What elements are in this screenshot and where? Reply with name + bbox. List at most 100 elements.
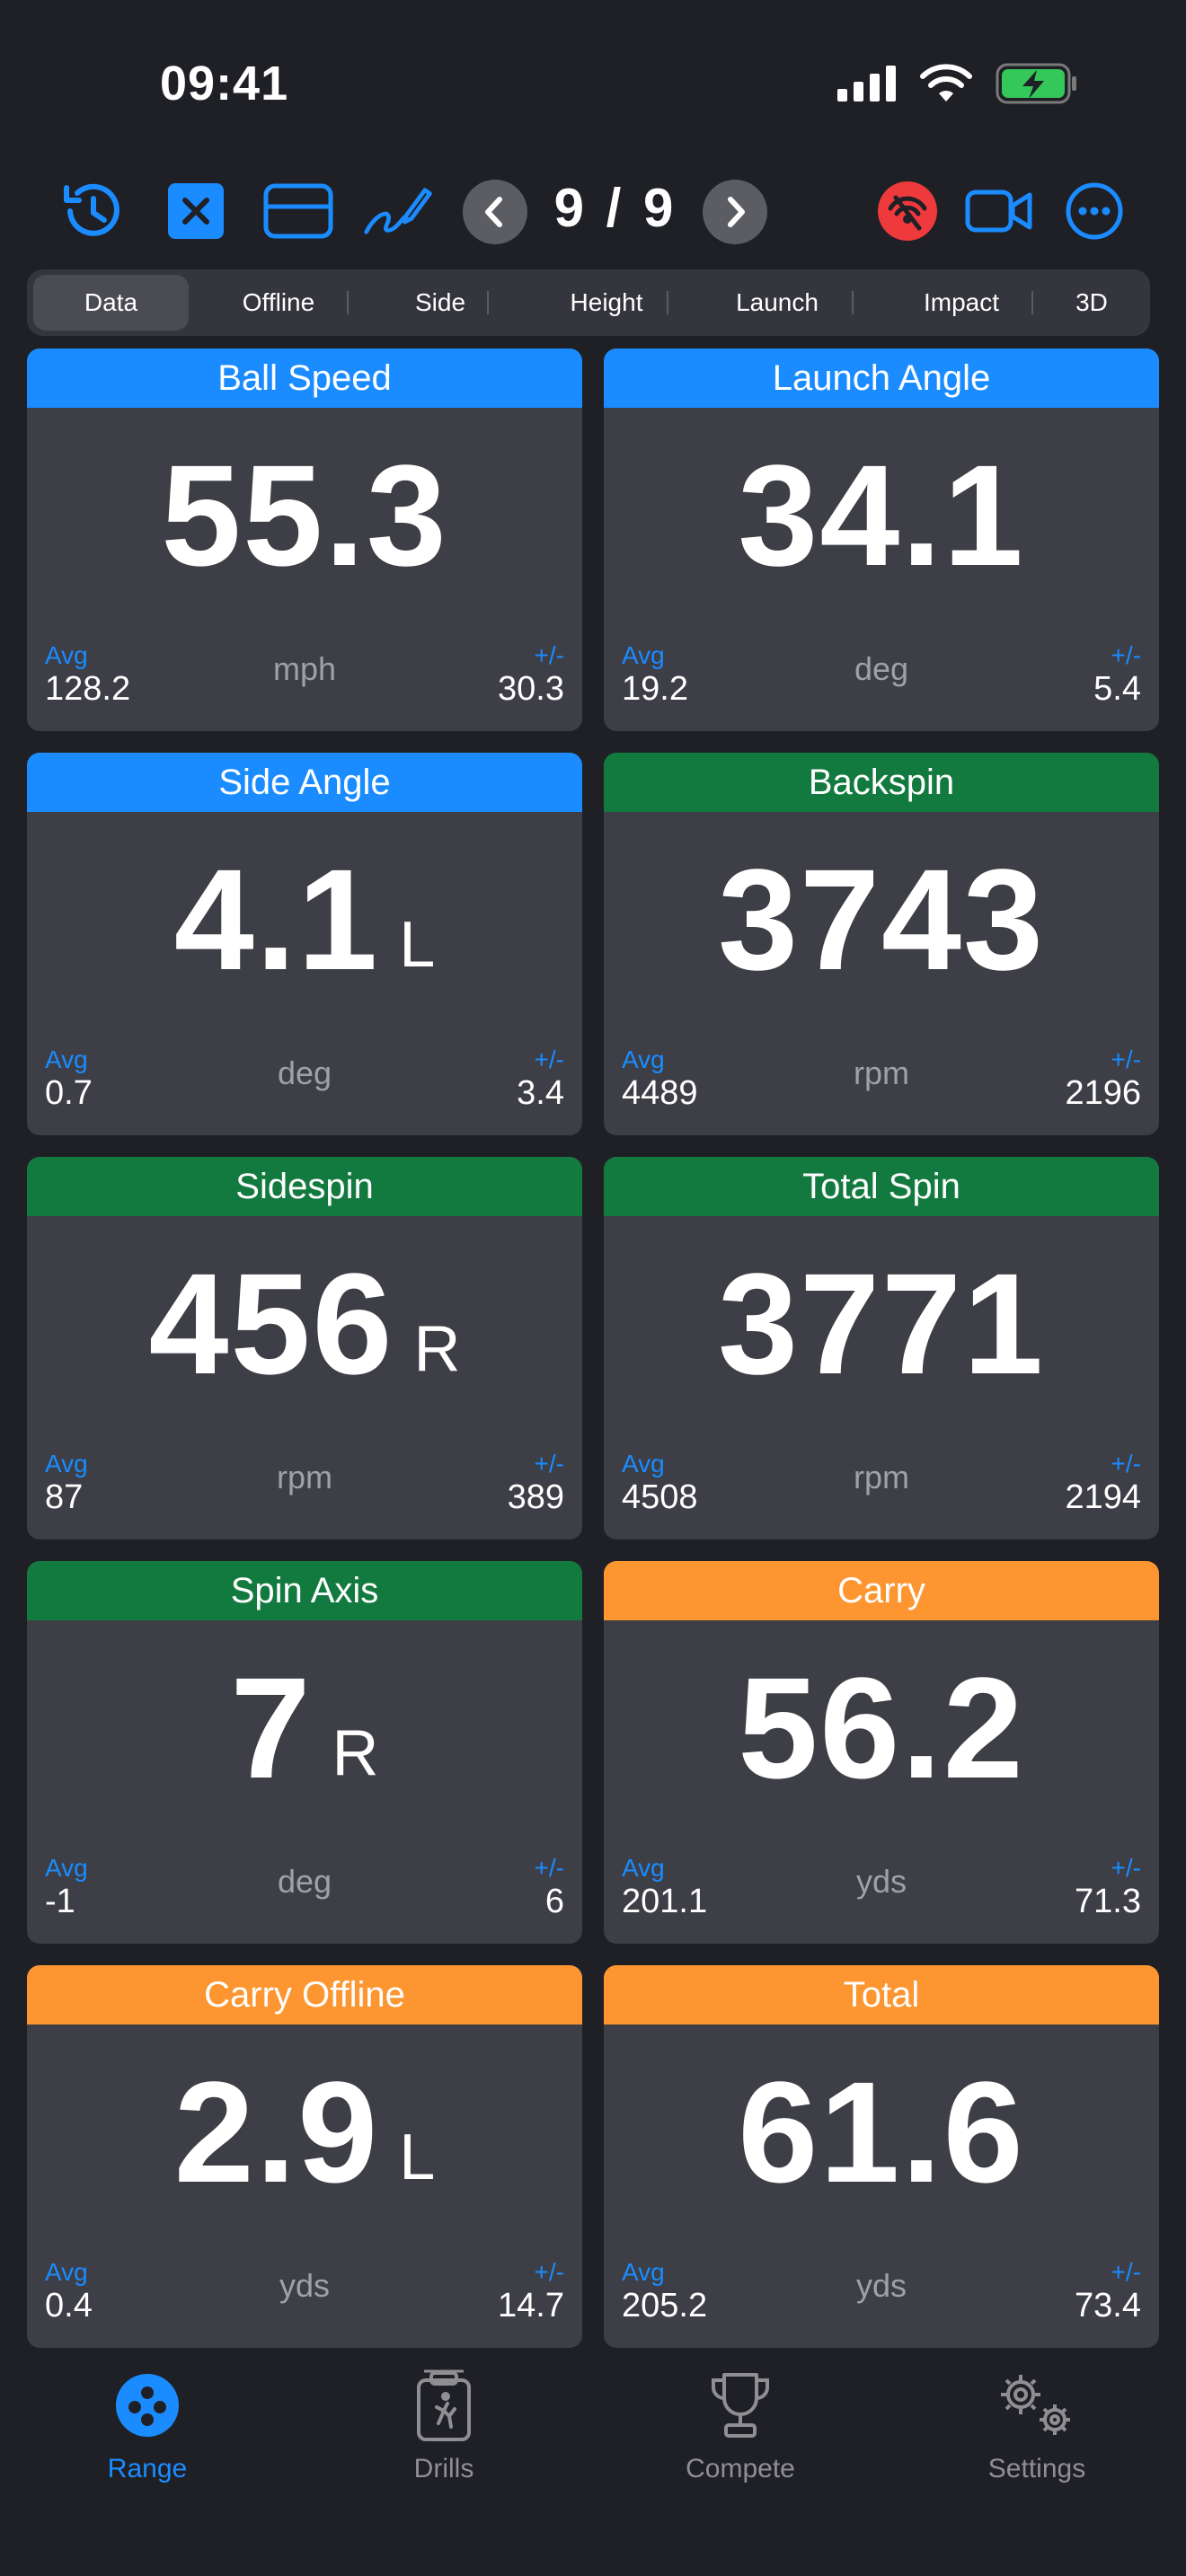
metric-title: Side Angle [27, 753, 582, 812]
deviation-value: 5.4 [1093, 670, 1141, 708]
metric-card-backspin[interactable]: Backspin 3743 Avg 4489 rpm +/- 2196 [604, 753, 1159, 1135]
tab-data[interactable]: Data [33, 275, 189, 331]
tab-label: Range [107, 2454, 188, 2483]
metric-card-total-spin[interactable]: Total Spin 3771 Avg 4508 rpm +/- 2194 [604, 1157, 1159, 1539]
launch-monitor-status-button[interactable] [872, 175, 943, 247]
more-options-button[interactable] [1058, 175, 1130, 247]
metric-title: Ball Speed [27, 348, 582, 408]
tab-launch[interactable]: Launch [687, 269, 867, 336]
deviation-label: +/- [534, 641, 564, 669]
history-icon [64, 183, 119, 236]
metric-unit: deg [277, 1863, 332, 1900]
deviation-label: +/- [1111, 2258, 1141, 2286]
tab-3d[interactable]: 3D [1042, 269, 1141, 336]
metric-card-launch-angle[interactable]: Launch Angle 34.1 Avg 19.2 deg +/- 5.4 [604, 348, 1159, 731]
deviation-label: +/- [1111, 641, 1141, 669]
segment-divider [667, 291, 668, 314]
segment-divider [487, 291, 489, 314]
tab-side[interactable]: Side [368, 269, 512, 336]
drills-icon [345, 2362, 543, 2448]
metric-card-total[interactable]: Total 61.6 Avg 205.2 yds +/- 73.4 [604, 1965, 1159, 2348]
status-icons [837, 63, 1078, 104]
tab-label: Drills [413, 2454, 474, 2483]
delete-shot-button[interactable] [160, 175, 232, 247]
card-view-button[interactable] [262, 175, 334, 247]
connection-off-icon [878, 181, 937, 241]
segment-divider [852, 291, 854, 314]
tab-label: Settings [987, 2454, 1086, 2483]
card-icon [263, 183, 333, 239]
tab-range[interactable]: Range [49, 2362, 246, 2484]
metric-unit: rpm [277, 1459, 332, 1495]
metric-card-sidespin[interactable]: Sidespin 456 R Avg 87 rpm +/- 389 [27, 1157, 582, 1539]
metric-card-ball-speed[interactable]: Ball Speed 55.3 Avg 128.2 mph +/- 30.3 [27, 348, 582, 731]
ellipsis-circle-icon [1066, 182, 1123, 240]
metric-value: 61.6 [738, 2051, 1025, 2212]
gears-icon [938, 2362, 1136, 2448]
metric-value-wrap: 34.1 [604, 408, 1159, 623]
bottom-tab-bar: Range Drills Compete Settings [0, 2344, 1186, 2576]
metric-card-carry-offline[interactable]: Carry Offline 2.9 L Avg 0.4 yds +/- 14.7 [27, 1965, 582, 2348]
next-shot-button[interactable] [703, 180, 767, 244]
range-icon [49, 2362, 246, 2448]
metric-value-wrap: 4.1 L [27, 812, 582, 1028]
video-button[interactable] [963, 175, 1035, 247]
view-segmented-control: Data Offline Side Height Launch Impact 3… [27, 269, 1150, 336]
metric-title: Total [604, 1965, 1159, 2025]
wifi-icon [920, 64, 972, 101]
metric-value-wrap: 7R [27, 1620, 582, 1836]
metric-value-wrap: 2.9 L [27, 2025, 582, 2240]
metric-value: 34.1 [738, 435, 1025, 595]
metric-title: Carry Offline [27, 1965, 582, 2025]
deviation-label: +/- [534, 1854, 564, 1882]
metric-value: 3743 [718, 839, 1045, 1000]
deviation-value: 71.3 [1075, 1883, 1141, 1920]
chevron-left-icon [485, 197, 502, 227]
metric-value: 7 [230, 1647, 313, 1808]
metric-card-spin-axis[interactable]: Spin Axis 7 R Avg -1 deg +/- 6 [27, 1561, 582, 1944]
metric-card-side-angle[interactable]: Side Angle 4.1 L Avg 0.7 deg +/- 3.4 [27, 753, 582, 1135]
segment-divider [1031, 291, 1033, 314]
status-time: 09:41 [160, 57, 289, 110]
deviation-value: 6 [544, 1883, 564, 1920]
metric-card-carry[interactable]: Carry 56.2 Avg 201.1 yds +/- 71.3 [604, 1561, 1159, 1944]
annotate-button[interactable] [363, 175, 435, 247]
video-camera-icon [965, 190, 1032, 233]
metric-value: 2.9 [173, 2051, 380, 2212]
tab-compete[interactable]: Compete [642, 2362, 839, 2484]
tab-impact[interactable]: Impact [867, 269, 1056, 336]
metric-value: 55.3 [161, 435, 448, 595]
tab-offline[interactable]: Offline [189, 269, 368, 336]
tab-height[interactable]: Height [512, 269, 701, 336]
metric-title: Sidespin [27, 1157, 582, 1216]
deviation-label: +/- [534, 2258, 564, 2286]
metric-direction: L [399, 909, 436, 981]
previous-shot-button[interactable] [463, 180, 527, 244]
metric-value-wrap: 3743 [604, 812, 1159, 1028]
deviation-label: +/- [1111, 1854, 1141, 1882]
chevron-right-icon [728, 197, 745, 227]
metric-value-wrap: 456 R [27, 1216, 582, 1432]
metric-value-wrap: 3771 [604, 1216, 1159, 1432]
metric-title: Carry [604, 1561, 1159, 1620]
tab-drills[interactable]: Drills [345, 2362, 543, 2484]
screen: 09:41 9 / 9 Data Offline Side Height Lau… [0, 0, 1186, 2576]
close-square-icon [168, 183, 224, 239]
trophy-icon [642, 2362, 839, 2448]
metric-direction: L [399, 2122, 436, 2193]
tab-settings[interactable]: Settings [938, 2362, 1136, 2484]
metric-value-wrap: 56.2 [604, 1620, 1159, 1836]
metric-unit: deg [277, 1054, 332, 1091]
deviation-value: 389 [507, 1478, 564, 1516]
deviation-value: 3.4 [517, 1074, 564, 1112]
history-button[interactable] [56, 175, 128, 247]
deviation-label: +/- [1111, 1450, 1141, 1478]
status-bar: 09:41 [0, 0, 1186, 162]
metric-direction: R [332, 1717, 379, 1789]
tab-label: Compete [686, 2454, 795, 2483]
metric-value: 456 [148, 1243, 394, 1404]
deviation-value: 73.4 [1075, 2287, 1141, 2325]
metric-title: Spin Axis [27, 1561, 582, 1620]
metric-unit: deg [854, 650, 909, 687]
shot-counter: 9 / 9 [553, 178, 677, 238]
